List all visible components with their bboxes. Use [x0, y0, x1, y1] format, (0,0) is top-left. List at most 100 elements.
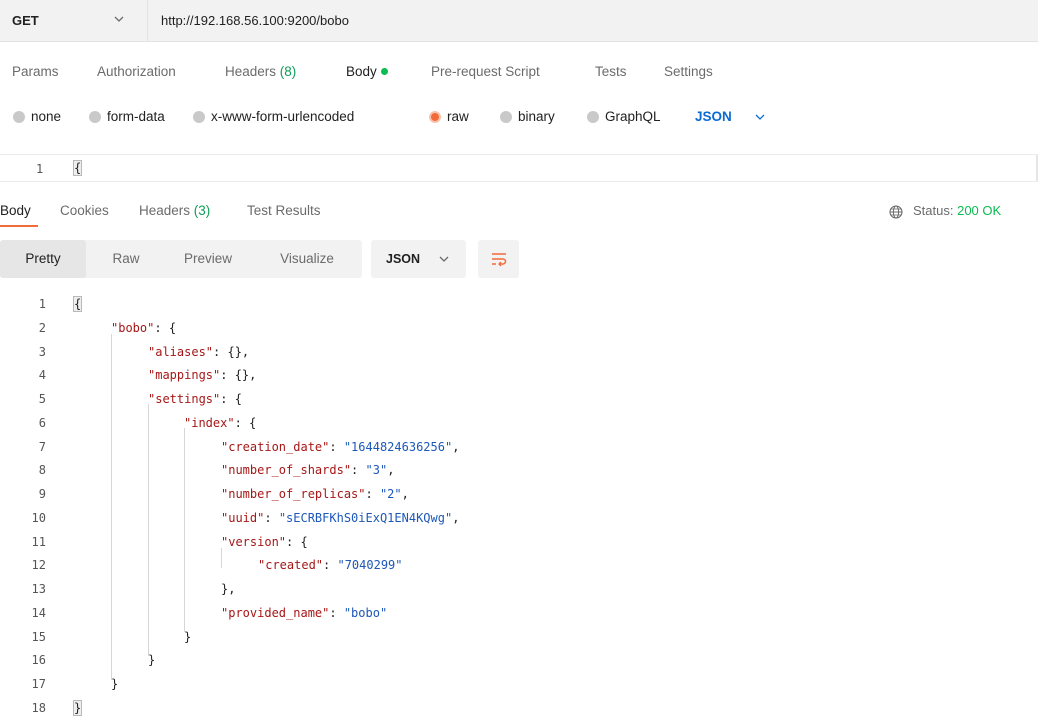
radio-none-dot — [13, 110, 25, 123]
code-text: "aliases": {}, — [148, 345, 250, 359]
json-string-value: "1644824636256" — [343, 440, 453, 454]
resp-tab-headers[interactable]: Headers (3) — [139, 203, 210, 218]
tab-body[interactable]: Body — [346, 64, 388, 79]
code-text: "created": "7040299" — [258, 558, 403, 572]
code-text: } — [111, 677, 119, 691]
view-pretty-button[interactable]: Pretty — [0, 240, 86, 278]
tab-params[interactable]: Params — [12, 64, 59, 79]
radio-form-data-dot — [89, 110, 101, 123]
radio-x-www-form-urlencoded[interactable]: x-www-form-urlencoded — [193, 109, 354, 124]
line-number: 4 — [38, 368, 46, 382]
method-label: GET — [12, 13, 39, 28]
code-line: 8 "number_of_shards": "3", — [0, 462, 1038, 480]
resp-tab-cookies[interactable]: Cookies — [60, 203, 109, 218]
tab-params-label: Params — [12, 64, 59, 79]
wrap-lines-button[interactable] — [478, 240, 519, 278]
json-key: "created" — [258, 558, 324, 572]
tab-body-label: Body — [346, 64, 377, 79]
code-line: 15 } — [0, 629, 1038, 647]
tab-pre-request-script-label: Pre-request Script — [431, 64, 540, 79]
line-number: 11 — [31, 535, 46, 549]
url-input[interactable]: http://192.168.56.100:9200/bobo — [161, 13, 349, 28]
code-text: "version": { — [221, 535, 308, 549]
status-value: 200 OK — [957, 203, 1002, 218]
code-line: 1 { — [0, 296, 1038, 314]
code-line: 6 "index": { — [0, 415, 1038, 433]
code-line: 3 "aliases": {}, — [0, 344, 1038, 362]
resp-tab-test-results-label: Test Results — [247, 203, 321, 218]
request-tabs: Params Authorization Headers (8) Body Pr… — [0, 58, 1038, 88]
view-preview-button[interactable]: Preview — [168, 240, 248, 278]
line-number: 14 — [31, 606, 46, 620]
code-line: 16 } — [0, 652, 1038, 670]
resp-tab-test-results[interactable]: Test Results — [247, 203, 321, 218]
json-string-value: "bobo" — [343, 606, 388, 620]
view-raw-button[interactable]: Raw — [96, 240, 156, 278]
tab-authorization[interactable]: Authorization — [97, 64, 176, 79]
radio-form-data[interactable]: form-data — [89, 109, 165, 124]
tab-pre-request-script[interactable]: Pre-request Script — [431, 64, 540, 79]
resp-tab-headers-label: Headers — [139, 203, 191, 218]
chevron-down-icon[interactable] — [753, 110, 767, 124]
request-body-editor[interactable]: 1 { — [0, 154, 1038, 182]
radio-graphql-dot — [587, 110, 599, 123]
resp-tab-body[interactable]: Body — [0, 203, 31, 218]
chevron-down-icon — [439, 256, 449, 262]
tab-headers[interactable]: Headers (8) — [225, 64, 296, 79]
code-text: "mappings": {}, — [148, 368, 257, 382]
radio-form-data-label: form-data — [107, 109, 165, 124]
radio-binary[interactable]: binary — [500, 109, 555, 124]
line-number: 3 — [38, 345, 46, 359]
line-number: 13 — [31, 582, 46, 596]
radio-urlencoded-dot — [193, 110, 205, 123]
radio-raw[interactable]: raw — [429, 109, 469, 124]
body-active-dot — [380, 67, 388, 75]
code-line: 9 "number_of_replicas": "2", — [0, 486, 1038, 504]
line-number: 7 — [38, 440, 46, 454]
body-language-select[interactable]: JSON — [695, 109, 732, 124]
json-key: "creation_date" — [221, 440, 330, 454]
code-line: 12 "created": "7040299" — [0, 557, 1038, 575]
tab-tests-label: Tests — [595, 64, 627, 79]
radio-none[interactable]: none — [13, 109, 61, 124]
json-string-value: "2" — [379, 487, 402, 501]
code-line: 13 }, — [0, 581, 1038, 599]
url-bar: GET http://192.168.56.100:9200/bobo — [0, 0, 1038, 42]
globe-icon[interactable] — [889, 205, 903, 219]
line-number: 15 — [31, 630, 46, 644]
line-number: 1 — [36, 162, 44, 176]
json-string-value: "sECRBFKhS0iExQ1EN4KQwg" — [278, 511, 453, 525]
line-number: 9 — [38, 487, 46, 501]
radio-raw-dot — [429, 110, 441, 123]
json-key: "uuid" — [221, 511, 265, 525]
line-number: 1 — [38, 297, 46, 311]
response-language-select[interactable]: JSON — [371, 240, 466, 278]
code-line: 17 } — [0, 676, 1038, 694]
request-code-line[interactable]: { — [72, 160, 83, 176]
line-number: 6 — [38, 416, 46, 430]
method-select[interactable]: GET — [0, 0, 148, 42]
code-text: "index": { — [184, 416, 257, 430]
code-text: } — [148, 653, 156, 667]
radio-graphql[interactable]: GraphQL — [587, 109, 661, 124]
line-number: 2 — [38, 321, 46, 335]
tab-headers-label: Headers — [225, 64, 277, 79]
response-language-label: JSON — [386, 252, 421, 266]
code-line: 11 "version": { — [0, 534, 1038, 552]
json-string-value: "3" — [365, 463, 388, 477]
code-text: "provided_name": "bobo" — [221, 606, 388, 620]
line-number: 8 — [38, 463, 46, 477]
json-key: "version" — [221, 535, 287, 549]
code-line: 2 "bobo": { — [0, 320, 1038, 338]
line-number: 16 — [31, 653, 46, 667]
view-visualize-button[interactable]: Visualize — [262, 240, 352, 278]
tab-authorization-label: Authorization — [97, 64, 176, 79]
tab-headers-count: (8) — [279, 64, 297, 79]
tab-settings[interactable]: Settings — [664, 64, 713, 79]
radio-graphql-label: GraphQL — [605, 109, 661, 124]
tab-tests[interactable]: Tests — [595, 64, 627, 79]
line-number: 10 — [31, 511, 46, 525]
code-text: } — [72, 700, 83, 716]
response-body-viewer[interactable]: 1 { 2 "bobo": { 3 "aliases": {}, 4 "mapp… — [0, 294, 1038, 718]
resp-tab-headers-count: (3) — [193, 203, 211, 218]
